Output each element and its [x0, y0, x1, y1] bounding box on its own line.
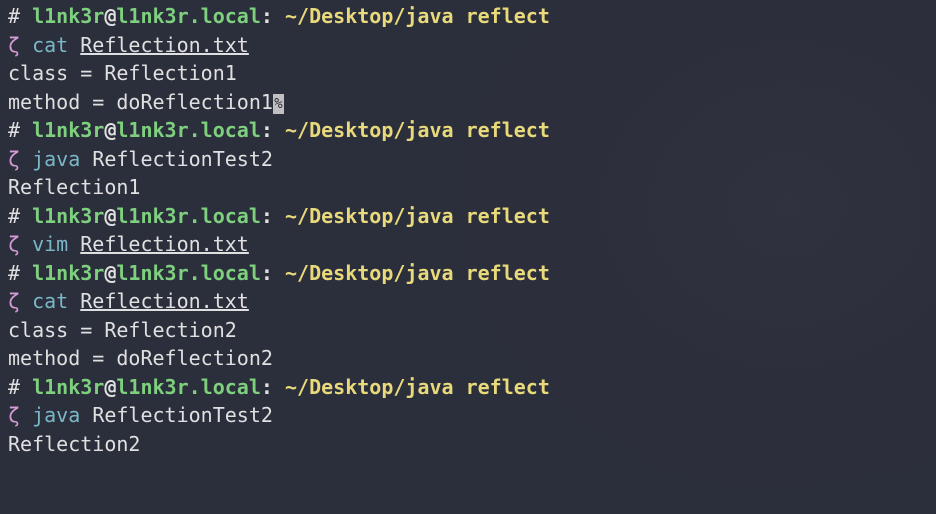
hostname: l1nk3r.local — [116, 4, 261, 28]
at-symbol: @ — [104, 4, 116, 28]
command-argument: Reflection.txt — [80, 289, 249, 313]
working-directory: ~/Desktop/java reflect — [285, 261, 550, 285]
command: java — [32, 403, 80, 427]
prompt-symbol: ζ — [8, 232, 32, 256]
command-line[interactable]: ζ java ReflectionTest2 — [8, 145, 928, 174]
command: cat — [32, 289, 68, 313]
working-directory: ~/Desktop/java reflect — [285, 118, 550, 142]
colon: : — [261, 204, 285, 228]
username: l1nk3r — [32, 118, 104, 142]
working-directory: ~/Desktop/java reflect — [285, 4, 550, 28]
hash-symbol: # — [8, 118, 32, 142]
command-line[interactable]: ζ vim Reflection.txt — [8, 230, 928, 259]
hash-symbol: # — [8, 375, 32, 399]
prompt-header: # l1nk3r@l1nk3r.local: ~/Desktop/java re… — [8, 2, 928, 31]
space — [68, 289, 80, 313]
hash-symbol: # — [8, 4, 32, 28]
username: l1nk3r — [32, 375, 104, 399]
hash-symbol: # — [8, 204, 32, 228]
space — [80, 147, 92, 171]
working-directory: ~/Desktop/java reflect — [285, 204, 550, 228]
command: cat — [32, 33, 68, 57]
colon: : — [261, 261, 285, 285]
output-line: method = doReflection1% — [8, 88, 928, 117]
output-line: method = doReflection2 — [8, 344, 928, 373]
command-argument: ReflectionTest2 — [92, 403, 273, 427]
colon: : — [261, 4, 285, 28]
prompt-header: # l1nk3r@l1nk3r.local: ~/Desktop/java re… — [8, 202, 928, 231]
command: vim — [32, 232, 68, 256]
terminal-output[interactable]: # l1nk3r@l1nk3r.local: ~/Desktop/java re… — [8, 2, 928, 458]
username: l1nk3r — [32, 4, 104, 28]
command-argument: ReflectionTest2 — [92, 147, 273, 171]
output-line: class = Reflection1 — [8, 59, 928, 88]
at-symbol: @ — [104, 375, 116, 399]
working-directory: ~/Desktop/java reflect — [285, 375, 550, 399]
at-symbol: @ — [104, 204, 116, 228]
at-symbol: @ — [104, 261, 116, 285]
prompt-header: # l1nk3r@l1nk3r.local: ~/Desktop/java re… — [8, 116, 928, 145]
prompt-header: # l1nk3r@l1nk3r.local: ~/Desktop/java re… — [8, 373, 928, 402]
command: java — [32, 147, 80, 171]
output-line: class = Reflection2 — [8, 316, 928, 345]
command-line[interactable]: ζ cat Reflection.txt — [8, 31, 928, 60]
colon: : — [261, 118, 285, 142]
cursor-icon: % — [273, 94, 284, 114]
space — [68, 33, 80, 57]
prompt-symbol: ζ — [8, 147, 32, 171]
colon: : — [261, 375, 285, 399]
prompt-symbol: ζ — [8, 289, 32, 313]
hostname: l1nk3r.local — [116, 375, 261, 399]
prompt-header: # l1nk3r@l1nk3r.local: ~/Desktop/java re… — [8, 259, 928, 288]
space — [80, 403, 92, 427]
command-argument: Reflection.txt — [80, 232, 249, 256]
hostname: l1nk3r.local — [116, 261, 261, 285]
output-line: Reflection2 — [8, 430, 928, 459]
prompt-symbol: ζ — [8, 403, 32, 427]
username: l1nk3r — [32, 261, 104, 285]
command-line[interactable]: ζ cat Reflection.txt — [8, 287, 928, 316]
prompt-symbol: ζ — [8, 33, 32, 57]
space — [68, 232, 80, 256]
at-symbol: @ — [104, 118, 116, 142]
hash-symbol: # — [8, 261, 32, 285]
hostname: l1nk3r.local — [116, 204, 261, 228]
command-argument: Reflection.txt — [80, 33, 249, 57]
hostname: l1nk3r.local — [116, 118, 261, 142]
output-line: Reflection1 — [8, 173, 928, 202]
username: l1nk3r — [32, 204, 104, 228]
command-line[interactable]: ζ java ReflectionTest2 — [8, 401, 928, 430]
